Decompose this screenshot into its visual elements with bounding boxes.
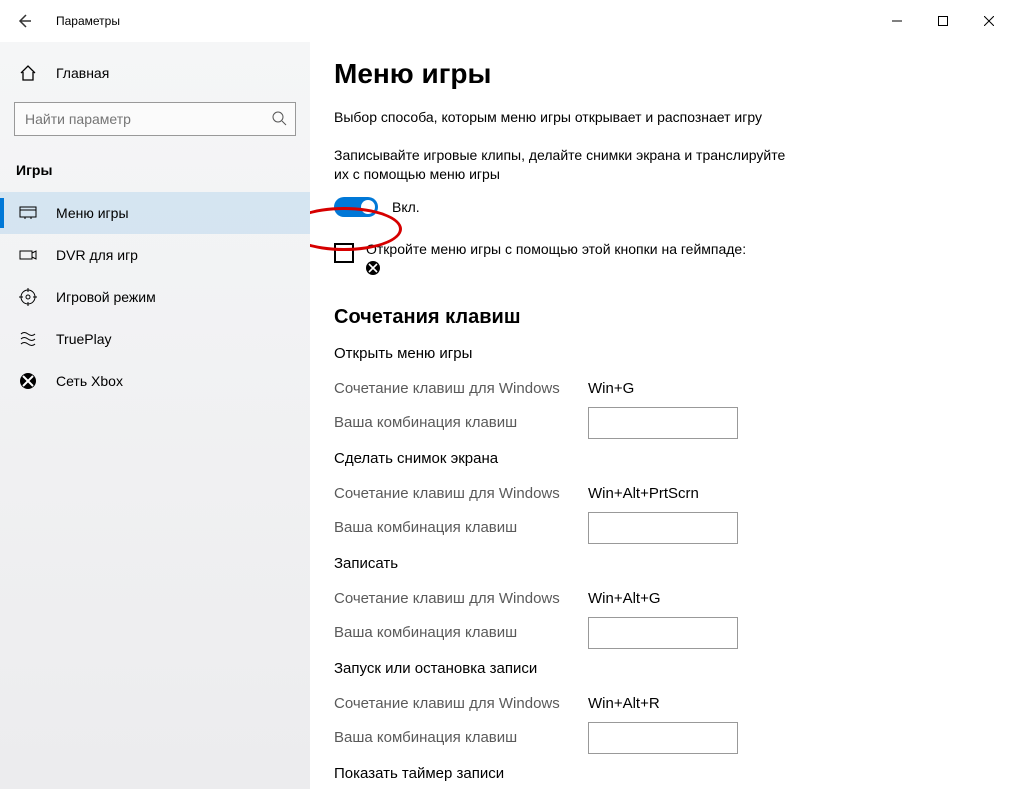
- shortcut-row: Сочетание клавиш для Windows Win+Alt+Prt…: [334, 477, 988, 511]
- window-title: Параметры: [48, 14, 120, 28]
- sidebar-item-dvr[interactable]: DVR для игр: [0, 234, 310, 276]
- sidebar-item-label: Игровой режим: [56, 289, 156, 305]
- sidebar-section-label: Игры: [0, 154, 310, 192]
- xbox-button-icon: [366, 261, 380, 278]
- your-shortcut-input[interactable]: [588, 407, 738, 439]
- sidebar-home-label: Главная: [56, 65, 109, 81]
- shortcut-group-title: Открыть меню игры: [334, 345, 988, 362]
- shortcuts-heading: Сочетания клавиш: [334, 306, 988, 329]
- shortcut-row: Ваша комбинация клавиш: [334, 616, 988, 650]
- dvr-icon: [18, 245, 38, 265]
- search-box[interactable]: [14, 102, 296, 136]
- sidebar-item-home[interactable]: Главная: [0, 52, 310, 94]
- gamepad-checkbox-label: Откройте меню игры с помощью этой кнопки…: [366, 241, 746, 257]
- sidebar-item-trueplay[interactable]: TruePlay: [0, 318, 310, 360]
- your-shortcut-label: Ваша комбинация клавиш: [334, 414, 588, 431]
- page-subtitle: Выбор способа, которым меню игры открыва…: [334, 108, 794, 128]
- win-shortcut-value: Win+Alt+G: [588, 590, 661, 607]
- sidebar-item-label: TruePlay: [56, 331, 112, 347]
- close-button[interactable]: [966, 5, 1012, 37]
- window-controls: [874, 5, 1012, 37]
- home-icon: [18, 63, 38, 83]
- win-shortcut-label: Сочетание клавиш для Windows: [334, 380, 588, 397]
- your-shortcut-input[interactable]: [588, 722, 738, 754]
- shortcut-group-title: Записать: [334, 555, 988, 572]
- your-shortcut-label: Ваша комбинация клавиш: [334, 624, 588, 641]
- content-pane: Меню игры Выбор способа, которым меню иг…: [310, 42, 1012, 789]
- shortcut-group-title: Запуск или остановка записи: [334, 660, 988, 677]
- win-shortcut-label: Сочетание клавиш для Windows: [334, 590, 588, 607]
- game-mode-icon: [18, 287, 38, 307]
- shortcut-group-title: Сделать снимок экрана: [334, 450, 988, 467]
- your-shortcut-label: Ваша комбинация клавиш: [334, 519, 588, 536]
- your-shortcut-label: Ваша комбинация клавиш: [334, 729, 588, 746]
- sidebar-item-label: Меню игры: [56, 205, 129, 221]
- page-title: Меню игры: [334, 58, 988, 90]
- game-bar-icon: [18, 203, 38, 223]
- win-shortcut-value: Win+Alt+R: [588, 695, 660, 712]
- win-shortcut-value: Win+G: [588, 380, 634, 397]
- your-shortcut-input[interactable]: [588, 512, 738, 544]
- shortcut-row: Ваша комбинация клавиш: [334, 511, 988, 545]
- sidebar: Главная Игры Меню игры DVR для игр Игр: [0, 42, 310, 789]
- back-button[interactable]: [0, 0, 48, 42]
- shortcut-row: Ваша комбинация клавиш: [334, 406, 988, 440]
- sidebar-item-label: DVR для игр: [56, 247, 138, 263]
- shortcut-row: Сочетание клавиш для Windows Win+G: [334, 372, 988, 406]
- sidebar-item-game-mode[interactable]: Игровой режим: [0, 276, 310, 318]
- toggle-label: Вкл.: [392, 199, 420, 215]
- gamepad-checkbox[interactable]: [334, 243, 354, 263]
- maximize-button[interactable]: [920, 5, 966, 37]
- shortcut-row: Ваша комбинация клавиш: [334, 721, 988, 755]
- minimize-button[interactable]: [874, 5, 920, 37]
- gamebar-toggle[interactable]: [334, 197, 378, 217]
- sidebar-item-game-bar[interactable]: Меню игры: [0, 192, 310, 234]
- trueplay-icon: [18, 329, 38, 349]
- titlebar: Параметры: [0, 0, 1012, 42]
- win-shortcut-label: Сочетание клавиш для Windows: [334, 485, 588, 502]
- search-input[interactable]: [23, 110, 263, 128]
- shortcut-row: Сочетание клавиш для Windows Win+Alt+G: [334, 582, 988, 616]
- win-shortcut-value: Win+Alt+PrtScrn: [588, 485, 699, 502]
- sidebar-item-xbox-network[interactable]: Сеть Xbox: [0, 360, 310, 402]
- back-arrow-icon: [16, 13, 32, 29]
- sidebar-item-label: Сеть Xbox: [56, 373, 123, 389]
- gamebar-toggle-row: Вкл.: [334, 197, 988, 217]
- shortcut-row: Сочетание клавиш для Windows Win+Alt+R: [334, 687, 988, 721]
- your-shortcut-input[interactable]: [588, 617, 738, 649]
- win-shortcut-label: Сочетание клавиш для Windows: [334, 695, 588, 712]
- search-icon: [271, 110, 287, 129]
- xbox-icon: [18, 371, 38, 391]
- record-description: Записывайте игровые клипы, делайте снимк…: [334, 146, 794, 185]
- shortcut-group-title: Показать таймер записи: [334, 765, 988, 782]
- gamepad-checkbox-row: Откройте меню игры с помощью этой кнопки…: [334, 241, 854, 278]
